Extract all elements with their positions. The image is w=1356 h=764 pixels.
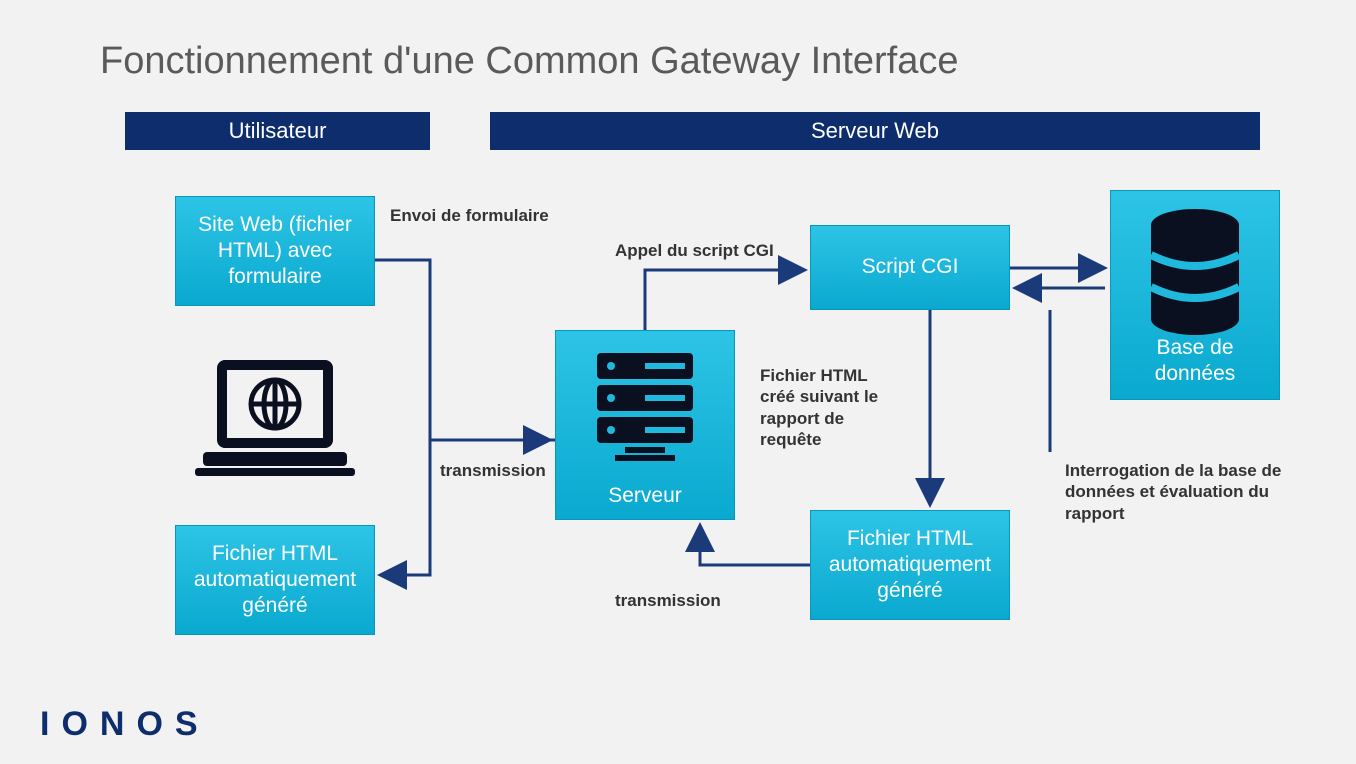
- diagram-stage: Fonctionnement d'une Common Gateway Inte…: [0, 0, 1356, 764]
- ann-call-cgi: Appel du script CGI: [615, 240, 774, 261]
- database-icon: [1111, 207, 1279, 337]
- box-script-cgi: Script CGI: [810, 225, 1010, 310]
- ann-html-created: Fichier HTML créé suivant le rapport de …: [760, 365, 900, 450]
- box-file-server: Fichier HTML automatiquement généré: [810, 510, 1010, 620]
- server-icon: [556, 345, 734, 465]
- box-file-user: Fichier HTML automatiquement généré: [175, 525, 375, 635]
- ann-transmission-1: transmission: [440, 460, 546, 481]
- ann-query-db: Interrogation de la base de données et é…: [1065, 460, 1305, 524]
- ann-transmission-2: transmission: [615, 590, 721, 611]
- brand-logo: IONOS: [40, 705, 210, 744]
- header-server: Serveur Web: [490, 112, 1260, 150]
- box-database-label: Base de données: [1117, 335, 1273, 388]
- box-server: Serveur: [555, 330, 735, 520]
- laptop-web-icon: [195, 350, 355, 495]
- header-user: Utilisateur: [125, 112, 430, 150]
- page-title: Fonctionnement d'une Common Gateway Inte…: [100, 40, 959, 83]
- box-server-label: Serveur: [608, 483, 682, 509]
- box-site-form: Site Web (fichier HTML) avec formulaire: [175, 196, 375, 306]
- ann-send-form: Envoi de formulaire: [390, 205, 549, 226]
- box-database: Base de données: [1110, 190, 1280, 400]
